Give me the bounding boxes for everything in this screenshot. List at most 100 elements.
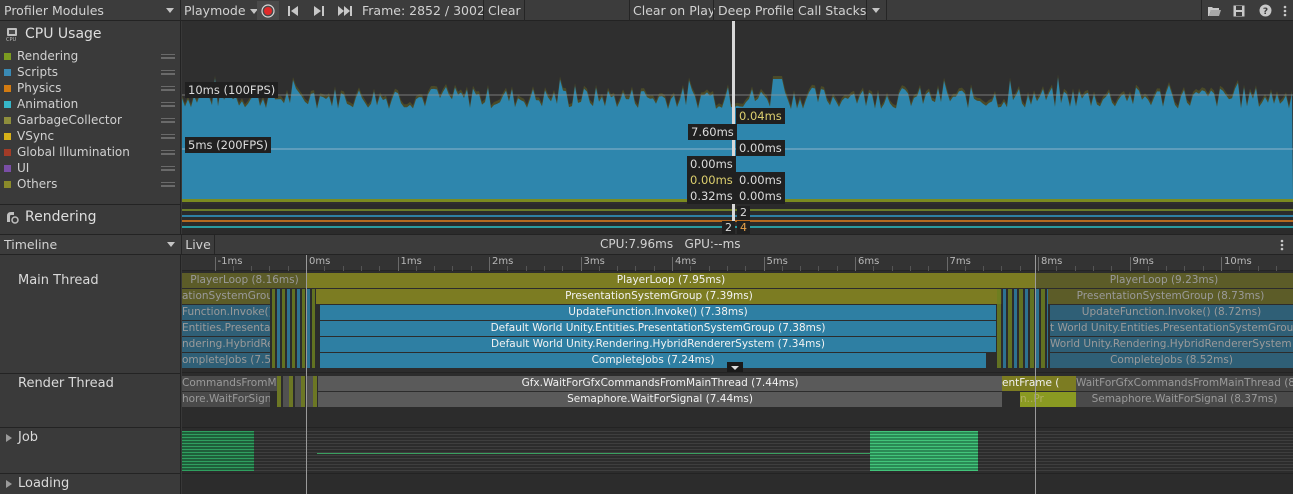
default-world-presentation-bar[interactable]: Default World Unity.Entities.Presentatio… xyxy=(320,321,996,336)
legend-swatch[interactable] xyxy=(4,117,11,124)
drag-handle-icon[interactable] xyxy=(161,54,175,59)
legend-swatch[interactable] xyxy=(4,149,11,156)
prev-presentation-bar[interactable]: ationSystemGroup ( xyxy=(182,289,270,304)
prev-semaphore-bar[interactable]: hore.WaitForSignal ( xyxy=(182,392,270,407)
complete-jobs-bar[interactable]: CompleteJobs (7.24ms) xyxy=(320,353,986,368)
ruler-minor-tick xyxy=(1275,266,1277,271)
legend-item[interactable]: Scripts xyxy=(0,64,181,80)
legend-item[interactable]: Others xyxy=(0,176,181,192)
cpu-usage-chart[interactable]: 10ms (100FPS) 5ms (200FPS) 0.04ms 7.60ms… xyxy=(182,21,1293,204)
legend-swatch[interactable] xyxy=(4,101,11,108)
legend-item[interactable]: Animation xyxy=(0,96,181,112)
legend-swatch[interactable] xyxy=(4,165,11,172)
help-button[interactable]: ? xyxy=(1254,1,1276,20)
prev-complete-jobs-bar[interactable]: ompleteJobs (7.50 xyxy=(182,353,270,368)
ruler-tick xyxy=(214,257,216,271)
timeline-menu-button[interactable] xyxy=(1280,239,1284,254)
save-button[interactable] xyxy=(1228,1,1250,20)
prev-hybrid-renderer-bar[interactable]: ndering.HybridRen xyxy=(182,337,270,352)
prev-default-world-bar[interactable]: Entities.Presentation xyxy=(182,321,270,336)
prev-update-invoke-bar[interactable]: Function.Invoke() ( xyxy=(182,305,270,320)
help-icon: ? xyxy=(1259,4,1271,17)
last-frame-button[interactable] xyxy=(334,1,356,20)
legend-item[interactable]: UI xyxy=(0,160,181,176)
legend-label: Scripts xyxy=(17,65,59,79)
next-small-bar[interactable]: n..Pr xyxy=(1020,392,1076,407)
ruler-minor-tick xyxy=(379,266,381,271)
next-player-loop-bar[interactable]: PlayerLoop (9.23ms) xyxy=(1035,273,1293,288)
ruler-minor-tick xyxy=(983,266,985,271)
job-activity-block xyxy=(182,431,254,471)
legend-item[interactable]: VSync xyxy=(0,128,181,144)
gfx-wait-for-commands-bar[interactable]: Gfx.WaitForGfxCommandsFromMainThread (7.… xyxy=(318,376,1002,391)
legend-swatch[interactable] xyxy=(4,85,11,92)
next-frame-button[interactable] xyxy=(308,1,330,20)
drag-handle-icon[interactable] xyxy=(161,102,175,107)
render-slivers xyxy=(277,376,318,407)
loading-thread-foldout[interactable]: Loading xyxy=(0,476,69,491)
drag-handle-icon[interactable] xyxy=(161,150,175,155)
next-complete-jobs-bar[interactable]: CompleteJobs (8.52ms) xyxy=(1050,353,1293,368)
drag-handle-icon[interactable] xyxy=(161,118,175,123)
next-presentation-bar[interactable]: PresentationSystemGroup (8.73ms) xyxy=(1048,289,1293,304)
ruler-minor-tick xyxy=(964,266,966,271)
drag-handle-icon[interactable] xyxy=(161,166,175,171)
ruler-minor-tick xyxy=(745,266,747,271)
clear-button[interactable]: Clear xyxy=(484,0,524,21)
prev-gfx-wait-bar[interactable]: CommandsFromMain xyxy=(182,376,277,391)
view-mode-dropdown[interactable]: Timeline xyxy=(0,235,181,254)
clear-on-play-toggle[interactable]: Clear on Play xyxy=(629,0,715,21)
drag-handle-icon[interactable] xyxy=(161,86,175,91)
live-toggle[interactable]: Live xyxy=(182,235,214,254)
player-loop-bar[interactable]: PlayerLoop (7.95ms) xyxy=(307,273,1035,288)
ruler-minor-tick xyxy=(269,266,271,271)
ruler-minor-tick xyxy=(909,266,911,271)
expand-collapse-button[interactable] xyxy=(727,362,743,372)
drag-handle-icon[interactable] xyxy=(161,70,175,75)
fps-100-label: 10ms (100FPS) xyxy=(185,82,279,98)
frame-start-slivers xyxy=(272,289,316,368)
rendering-module-title[interactable]: Rendering xyxy=(0,204,181,230)
legend-swatch[interactable] xyxy=(4,53,11,60)
presentation-system-group-bar[interactable]: PresentationSystemGroup (7.39ms) xyxy=(316,289,1002,304)
cpu-usage-module-title[interactable]: CPU Usage xyxy=(0,21,181,47)
first-frame-button[interactable] xyxy=(282,1,304,20)
step-back-icon xyxy=(288,5,298,16)
next-semaphore-bar[interactable]: Semaphore.WaitForSignal (8.37ms) xyxy=(1076,392,1293,407)
menu-button[interactable] xyxy=(1274,1,1293,20)
deep-profile-toggle[interactable]: Deep Profile xyxy=(714,0,794,21)
render-value-right: 4 xyxy=(737,221,750,235)
next-gfx-wait-bar[interactable]: WaitForGfxCommandsFromMainThread (8.3 xyxy=(1076,376,1293,391)
legend-item[interactable]: Global Illumination xyxy=(0,144,181,160)
job-thread-foldout[interactable]: Job xyxy=(0,430,38,445)
prev-player-loop-bar[interactable]: PlayerLoop (8.16ms) xyxy=(182,273,307,288)
legend-swatch[interactable] xyxy=(4,69,11,76)
timeline-view[interactable]: -1ms 0ms 1ms 2ms 3ms 4ms 5ms 6ms 7ms 8ms 9ms 10ms P… xyxy=(182,255,1293,494)
playmode-dropdown[interactable]: Playmode xyxy=(180,0,258,21)
legend-swatch[interactable] xyxy=(4,133,11,140)
call-stacks-dropdown[interactable] xyxy=(865,1,887,20)
profiler-modules-dropdown[interactable]: Profiler Modules xyxy=(0,0,180,21)
legend-swatch[interactable] xyxy=(4,181,11,188)
load-button[interactable] xyxy=(1203,1,1225,20)
legend-label: GarbageCollector xyxy=(17,113,122,127)
semaphore-wait-bar[interactable]: Semaphore.WaitForSignal (7.44ms) xyxy=(318,392,1002,407)
next-default-world-bar[interactable]: t World Unity.Entities.PresentationSyste… xyxy=(1050,321,1293,336)
drag-handle-icon[interactable] xyxy=(161,134,175,139)
call-stacks-toggle[interactable]: Call Stacks xyxy=(794,0,866,21)
end-frame-bar[interactable]: entFrame ( xyxy=(1002,376,1076,391)
save-icon xyxy=(1233,5,1245,16)
frame-end-slivers xyxy=(997,289,1048,368)
next-hybrid-renderer-bar[interactable]: World Unity.Rendering.HybridRendererSyst… xyxy=(1050,337,1293,352)
drag-handle-icon[interactable] xyxy=(161,182,175,187)
selected-value-rendering: 0.00ms xyxy=(736,140,785,156)
legend-item[interactable]: Physics xyxy=(0,80,181,96)
job-thread-label: Job xyxy=(18,430,39,445)
next-update-invoke-bar[interactable]: UpdateFunction.Invoke() (8.72ms) xyxy=(1050,305,1293,320)
legend-item[interactable]: Rendering xyxy=(0,48,181,64)
legend-item[interactable]: GarbageCollector xyxy=(0,112,181,128)
update-function-invoke-bar[interactable]: UpdateFunction.Invoke() (7.38ms) xyxy=(320,305,996,320)
hybrid-renderer-system-bar[interactable]: Default World Unity.Rendering.HybridRend… xyxy=(320,337,996,352)
rendering-chart[interactable]: 2 2 4 xyxy=(182,204,1293,235)
record-button[interactable] xyxy=(257,1,279,20)
